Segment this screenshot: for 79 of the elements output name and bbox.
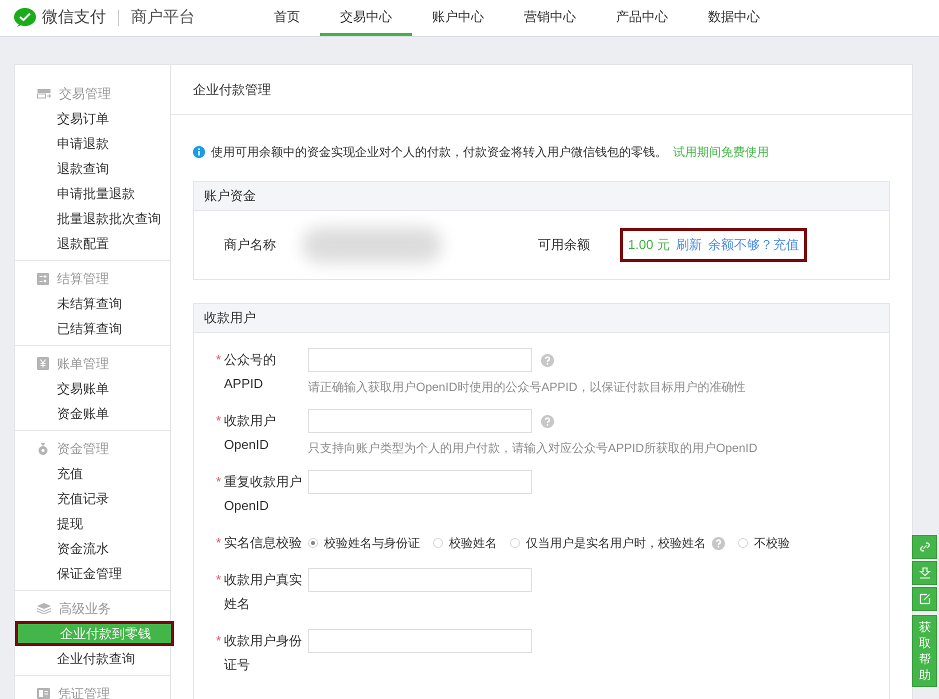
required-mark: * [216, 351, 222, 369]
sidebar-item[interactable]: 资金账单 [15, 401, 170, 426]
sidebar-item[interactable]: 交易订单 [15, 106, 170, 131]
sidebar-section-title: 结算管理 [57, 270, 109, 288]
sidebar-item[interactable]: 企业付款查询 [15, 646, 170, 671]
panel-title: 账户资金 [204, 187, 256, 206]
help-icon[interactable] [541, 354, 554, 366]
sidebar-section-title: 交易管理 [59, 84, 111, 103]
download-icon [918, 567, 930, 579]
info-icon [193, 146, 205, 158]
nav-tab[interactable]: 首页 [254, 0, 320, 36]
sidebar-item[interactable]: 交易账单 [15, 376, 170, 401]
field-label: 收款用户真实姓名 [224, 571, 303, 613]
nav-tab[interactable]: 交易中心 [320, 0, 412, 36]
sidebar-item[interactable]: 退款配置 [15, 231, 170, 256]
notice-text: 使用可用余额中的资金实现企业对个人的付款，付款资金将转入用户微信钱包的零钱。 [211, 144, 667, 161]
field-hint: 只支持向账户类型为个人的用户付款，请输入对应公众号APPID所获取的用户OpenID [308, 440, 758, 457]
nav-tab[interactable]: 数据中心 [688, 0, 780, 36]
page-title: 企业付款管理 [193, 80, 271, 99]
brand-subtitle: 商户平台 [131, 8, 195, 28]
radio-label: 仅当用户是实名用户时，校验姓名 [526, 535, 706, 552]
edit-icon [918, 593, 930, 605]
sidebar-item[interactable]: 充值 [15, 461, 170, 486]
help-icon[interactable] [541, 414, 554, 428]
balance-label: 可用余额 [538, 236, 591, 254]
field-label: 收款用户OpenID [224, 412, 277, 454]
required-mark: * [216, 534, 222, 552]
input-field[interactable] [308, 348, 532, 372]
money-bag-icon [37, 442, 49, 455]
brand-name: 微信支付 [42, 8, 106, 28]
radio-button[interactable] [433, 538, 443, 548]
sidebar-item[interactable]: 充值记录 [15, 486, 170, 511]
required-mark: * [216, 473, 222, 491]
yen-icon [37, 357, 49, 370]
tool-button[interactable] [912, 587, 937, 611]
sidebar-section-title: 高级业务 [59, 600, 111, 618]
sidebar-section-title: 账单管理 [57, 354, 109, 373]
radio-label: 不校验 [754, 535, 790, 552]
sidebar-item[interactable]: 资金流水 [15, 536, 170, 561]
field-label: 实名信息校验 [224, 534, 303, 552]
field-label: 公众号的APPID [224, 351, 277, 393]
sidebar-item[interactable]: 提现 [15, 511, 170, 536]
required-mark: * [216, 632, 222, 650]
sidebar-item[interactable]: 申请批量退款 [15, 181, 170, 206]
field-label: 重复收款用户OpenID [224, 473, 303, 515]
merchant-label: 商户名称 [224, 236, 277, 254]
required-mark: * [216, 571, 222, 589]
sidebar-section-title: 资金管理 [57, 440, 109, 458]
sidebar-item[interactable]: 未结算查询 [15, 291, 170, 316]
required-mark: * [216, 412, 222, 430]
input-field[interactable] [308, 409, 532, 433]
input-field[interactable] [308, 470, 532, 494]
card-icon [37, 88, 51, 100]
balance-amount: 1.00 元 [628, 236, 670, 254]
radio-button[interactable] [738, 538, 748, 548]
nav-tab[interactable]: 产品中心 [596, 0, 688, 36]
radio-label: 校验姓名 [449, 535, 497, 552]
sidebar-item[interactable]: 退款查询 [15, 156, 170, 181]
radio-button[interactable] [510, 538, 520, 548]
nav-tab[interactable]: 账户中心 [412, 0, 504, 36]
input-field[interactable] [308, 629, 532, 653]
tool-button[interactable] [912, 561, 937, 585]
calculator-icon [37, 272, 49, 284]
radio-button[interactable] [308, 538, 318, 548]
layers-icon [37, 603, 51, 614]
link-icon [918, 541, 930, 553]
help-icon[interactable] [712, 536, 725, 550]
sidebar-item[interactable]: 申请退款 [15, 131, 170, 156]
field-label: 收款用户身份证号 [224, 632, 303, 674]
sidebar-item[interactable]: 批量退款批次查询 [15, 206, 170, 231]
tool-button[interactable] [912, 535, 937, 559]
logo-icon [14, 8, 36, 28]
field-hint: 请正确输入获取用户OpenID时使用的公众号APPID，以保证付款目标用户的准确性 [308, 379, 746, 396]
panel-title: 收款用户 [204, 309, 256, 328]
radio-label: 校验姓名与身份证 [324, 535, 420, 552]
nav-tab[interactable]: 营销中心 [504, 0, 596, 36]
input-field[interactable] [308, 568, 532, 592]
sidebar-item[interactable]: 已结算查询 [15, 316, 170, 341]
sidebar-item[interactable]: 保证金管理 [15, 561, 170, 586]
